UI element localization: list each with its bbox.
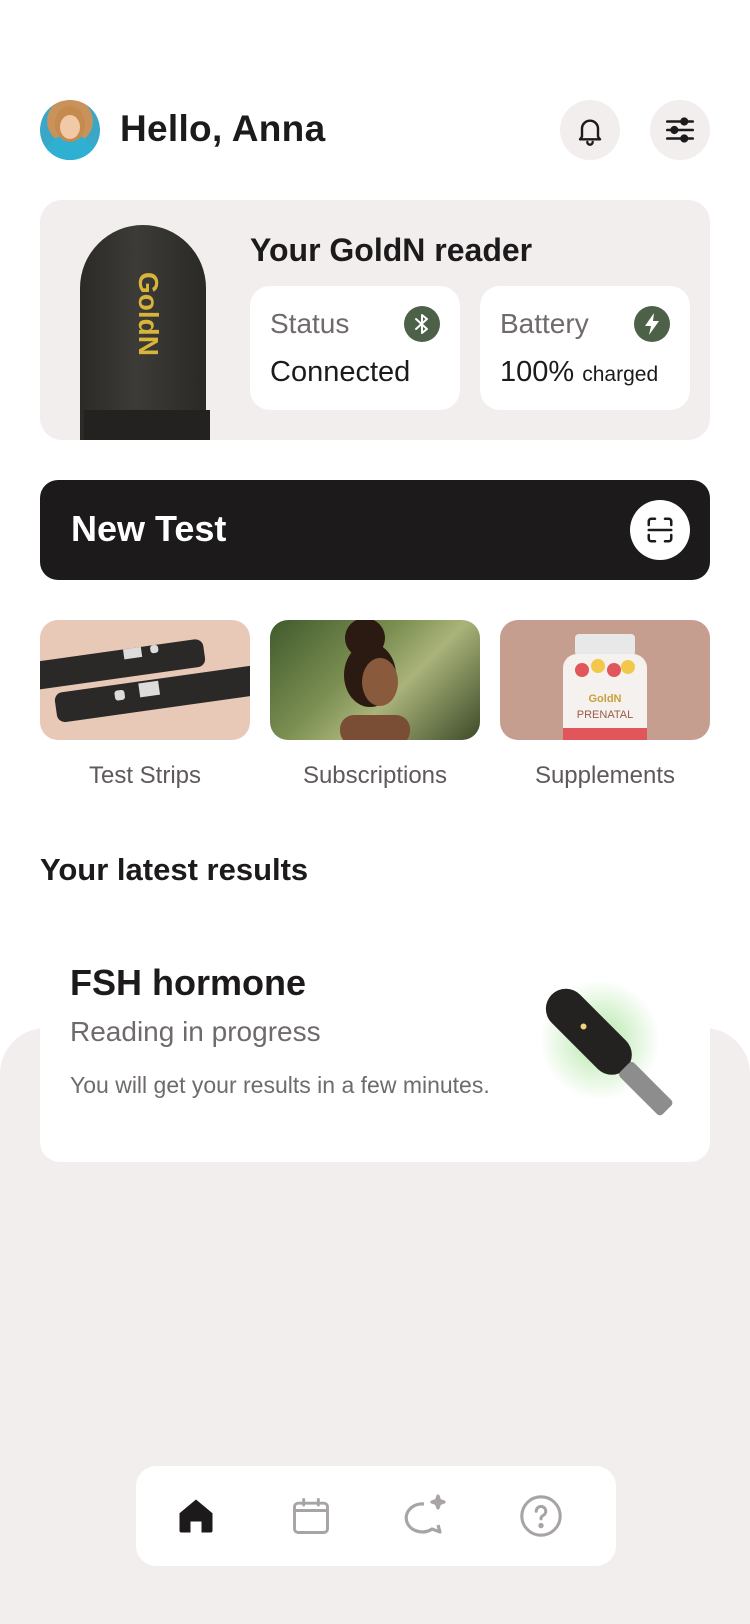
result-status: Reading in progress — [70, 1016, 321, 1047]
reader-card[interactable]: GoldN Your GoldN reader Status Connected… — [40, 200, 710, 440]
test-strips-label[interactable]: Test Strips — [40, 762, 250, 790]
notifications-button[interactable] — [560, 100, 620, 160]
nav-home[interactable] — [171, 1491, 221, 1541]
bell-icon — [578, 119, 602, 146]
chat-sparkle-icon — [404, 1494, 446, 1534]
home-icon — [179, 1499, 213, 1533]
supplements-tile[interactable]: GoldN PRENATAL — [500, 620, 710, 740]
svg-text:GoldN: GoldN — [589, 693, 622, 705]
new-test-label: New Test — [71, 508, 227, 549]
battery-unit: charged — [582, 363, 659, 386]
prenatal-bottle-image: GoldN PRENATAL — [563, 634, 647, 740]
reader-in-progress-image — [540, 980, 673, 1116]
greeting: Hello, Anna — [120, 108, 326, 149]
help-icon — [520, 1495, 562, 1537]
device-brand-logo: GoldN — [133, 272, 164, 356]
header: Hello, Anna — [40, 100, 710, 160]
result-name: FSH hormone — [70, 962, 307, 1003]
result-note: You will get your results in a few minut… — [70, 1072, 490, 1098]
test-strips-tile[interactable] — [40, 620, 250, 740]
battery-card: Battery 100% charged — [480, 286, 690, 410]
nav-calendar[interactable] — [286, 1491, 336, 1541]
svg-text:PRENATAL: PRENATAL — [577, 709, 633, 721]
scan-button[interactable] — [630, 500, 690, 560]
filters-button[interactable] — [650, 100, 710, 160]
subscriptions-tile[interactable] — [270, 620, 480, 740]
woman-outdoors-image — [340, 620, 410, 740]
test-strips-image — [40, 639, 250, 723]
result-card[interactable]: FSH hormone Reading in progress You will… — [40, 930, 710, 1162]
status-value: Connected — [270, 356, 411, 388]
scan-icon — [647, 517, 673, 543]
calendar-icon — [293, 1498, 329, 1534]
avatar[interactable] — [40, 100, 100, 160]
bluetooth-icon — [404, 306, 440, 342]
nav-help[interactable] — [516, 1491, 566, 1541]
status-label: Status — [270, 308, 350, 339]
status-card: Status Connected — [250, 286, 460, 410]
latest-results-title: Your latest results — [40, 852, 309, 887]
battery-percent: 100% — [500, 356, 575, 388]
nav-chat[interactable] — [401, 1491, 451, 1541]
bolt-icon — [634, 306, 670, 342]
supplements-label[interactable]: Supplements — [500, 762, 710, 790]
battery-label: Battery — [500, 308, 589, 339]
subscriptions-label[interactable]: Subscriptions — [270, 762, 480, 790]
battery-value: 100% charged — [500, 356, 658, 389]
reader-title: Your GoldN reader — [250, 232, 533, 268]
new-test-button[interactable]: New Test — [40, 480, 710, 580]
sliders-icon — [665, 117, 695, 143]
bottom-nav — [136, 1466, 616, 1566]
